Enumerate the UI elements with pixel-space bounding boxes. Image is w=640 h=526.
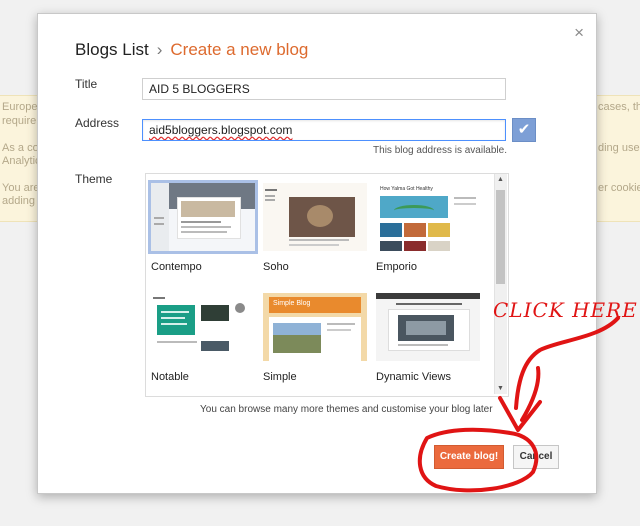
theme-name-notable: Notable (151, 371, 189, 383)
notable-thumbnail (151, 293, 255, 361)
title-input[interactable]: AID 5 BLOGGERS (142, 78, 506, 100)
background-text: cases, the (598, 101, 640, 113)
theme-name-emporio: Emporio (376, 261, 417, 273)
theme-tile-simple[interactable]: Simple Blog Simple (263, 293, 367, 389)
background-text: You are (2, 182, 40, 194)
background-text: As a co (2, 142, 39, 154)
breadcrumb-blogs-list[interactable]: Blogs List (75, 40, 149, 59)
theme-tile-soho[interactable]: Soho (263, 183, 367, 279)
create-blog-button[interactable]: Create blog! (434, 445, 504, 469)
theme-tile-dynamic-views[interactable]: Dynamic Views (376, 293, 480, 389)
background-text: ding use (598, 142, 640, 154)
theme-name-dynamic-views: Dynamic Views (376, 371, 451, 383)
dynamic-views-thumbnail (376, 293, 480, 361)
dialog-header: Blogs List › Create a new blog (75, 40, 308, 60)
title-label: Title (75, 77, 98, 91)
close-icon[interactable]: × (574, 23, 584, 43)
background-text: Analytic (2, 155, 41, 167)
address-value: aid5bloggers.blogspot.com (149, 123, 293, 137)
theme-name-simple: Simple (263, 371, 297, 383)
background-text: adding t (2, 195, 42, 207)
address-input[interactable]: aid5bloggers.blogspot.com (142, 119, 506, 141)
cancel-button[interactable]: Cancel (513, 445, 559, 469)
breadcrumb-separator-icon: › (156, 40, 163, 59)
emporio-thumbnail: How Yalma Got Healthy (376, 183, 480, 251)
breadcrumb-current: Create a new blog (170, 40, 309, 59)
theme-label: Theme (75, 172, 113, 186)
availability-message: This blog address is available. (373, 145, 507, 156)
scroll-up-icon[interactable]: ▲ (497, 176, 504, 183)
create-blog-dialog: × Blogs List › Create a new blog Title AID… (37, 13, 597, 494)
soho-thumbnail (263, 183, 367, 251)
gallery-scrollbar[interactable]: ▲ ▼ (494, 174, 507, 394)
check-icon[interactable]: ✔ (512, 118, 536, 142)
emporio-blog-title: How Yalma Got Healthy (380, 186, 433, 192)
theme-gallery: Contempo Soho How Yalma Got Healthy Empo… (145, 173, 509, 397)
address-label: Address (75, 116, 120, 130)
theme-name-soho: Soho (263, 261, 289, 273)
simple-blog-title: Simple Blog (273, 300, 311, 307)
contempo-thumbnail (148, 180, 258, 254)
scrollbar-thumb[interactable] (496, 190, 505, 284)
scroll-down-icon[interactable]: ▼ (497, 385, 504, 392)
theme-name-contempo: Contempo (151, 261, 202, 273)
theme-tile-contempo[interactable]: Contempo (148, 180, 258, 279)
simple-thumbnail: Simple Blog (263, 293, 367, 361)
theme-tile-notable[interactable]: Notable (151, 293, 255, 389)
click-here-annotation: CLICK HERE (493, 298, 638, 322)
theme-tile-emporio[interactable]: How Yalma Got Healthy Emporio (376, 183, 480, 279)
browse-themes-note: You can browse many more themes and cust… (200, 404, 493, 415)
background-text: er cookie (598, 182, 640, 194)
